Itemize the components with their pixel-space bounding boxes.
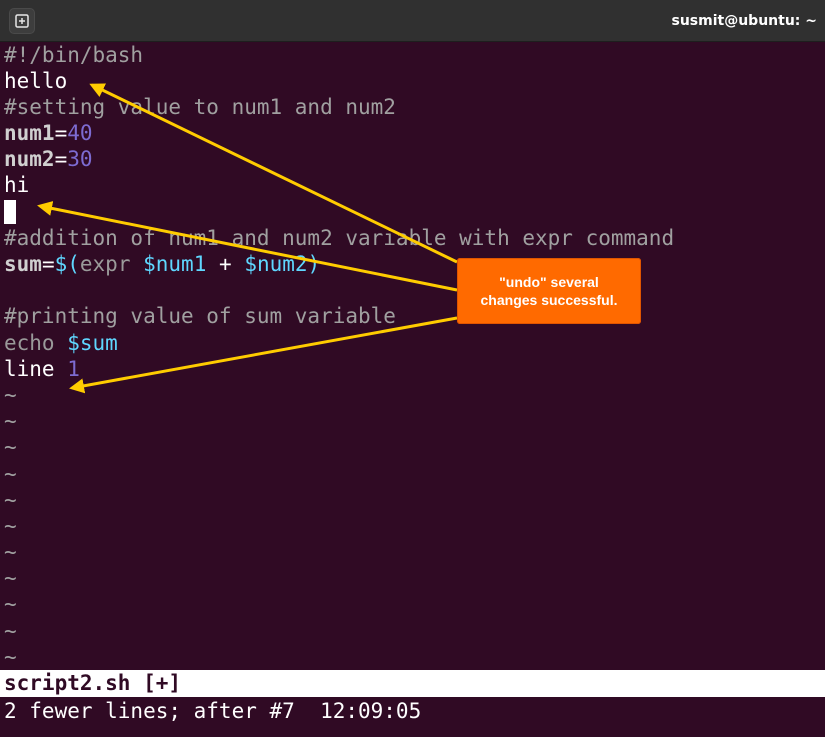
var-num2: num2 xyxy=(4,147,55,171)
code-line-sum: sum=$(expr $num1 + $num2) xyxy=(4,251,320,277)
empty-line-tilde: ~ xyxy=(4,409,17,433)
assign-op: = xyxy=(54,147,68,171)
expr-keyword: expr xyxy=(79,252,131,276)
empty-line-tilde: ~ xyxy=(4,435,17,459)
code-line-line1: line 1 xyxy=(4,356,80,382)
window-title: susmit@ubuntu: ~ xyxy=(671,13,818,29)
vim-command-line[interactable]: 2 fewer lines; after #7 12:09:05 xyxy=(4,697,421,725)
empty-line-tilde: ~ xyxy=(4,488,17,512)
empty-line-tilde: ~ xyxy=(4,592,17,616)
code-line-comment-addition: #addition of num1 and num2 variable with… xyxy=(4,226,675,250)
code-line-echo: echo $sum xyxy=(4,330,118,356)
empty-line-tilde: ~ xyxy=(4,645,17,669)
line-word: line xyxy=(4,357,55,381)
empty-line-tilde: ~ xyxy=(4,514,17,538)
code-line-hello: hello xyxy=(4,69,68,93)
text-cursor xyxy=(4,200,16,224)
subshell-open: $( xyxy=(54,252,80,276)
empty-line-tilde: ~ xyxy=(4,619,17,643)
value-num2: 30 xyxy=(67,147,93,171)
var-sum: sum xyxy=(4,252,42,276)
status-filename: script2.sh [+] xyxy=(4,671,182,695)
code-line-num2: num2=30 xyxy=(4,146,93,172)
vim-status-bar: script2.sh [+] xyxy=(0,670,825,697)
assign-op: = xyxy=(41,252,55,276)
annotation-callout: "undo" several changes successful. xyxy=(457,258,641,324)
title-bar: susmit@ubuntu: ~ xyxy=(0,0,825,42)
plus-op: + xyxy=(219,252,232,276)
empty-line-tilde: ~ xyxy=(4,540,17,564)
var-ref-num1: $num1 xyxy=(143,252,207,276)
subshell-close: ) xyxy=(307,252,321,276)
var-ref-num2: $num2 xyxy=(244,252,308,276)
line-number: 1 xyxy=(67,357,80,381)
code-line-hi: hi xyxy=(4,173,30,197)
empty-line-tilde: ~ xyxy=(4,462,17,486)
code-line-num1: num1=40 xyxy=(4,120,93,146)
code-line-shebang: #!/bin/bash xyxy=(4,43,144,67)
code-line-comment-setting: #setting value to num1 and num2 xyxy=(4,95,396,119)
new-tab-icon xyxy=(15,14,29,28)
var-ref-sum: $sum xyxy=(67,331,118,355)
var-num1: num1 xyxy=(4,121,55,145)
new-tab-button[interactable] xyxy=(9,8,35,34)
echo-keyword: echo xyxy=(4,331,55,355)
vim-editor[interactable]: #!/bin/bash hello #setting value to num1… xyxy=(0,42,825,670)
empty-line-tilde: ~ xyxy=(4,566,17,590)
value-num1: 40 xyxy=(67,121,93,145)
empty-line-tilde: ~ xyxy=(4,383,17,407)
code-line-comment-printing: #printing value of sum variable xyxy=(4,304,396,328)
callout-text: "undo" several changes successful. xyxy=(480,274,618,308)
assign-op: = xyxy=(54,121,68,145)
